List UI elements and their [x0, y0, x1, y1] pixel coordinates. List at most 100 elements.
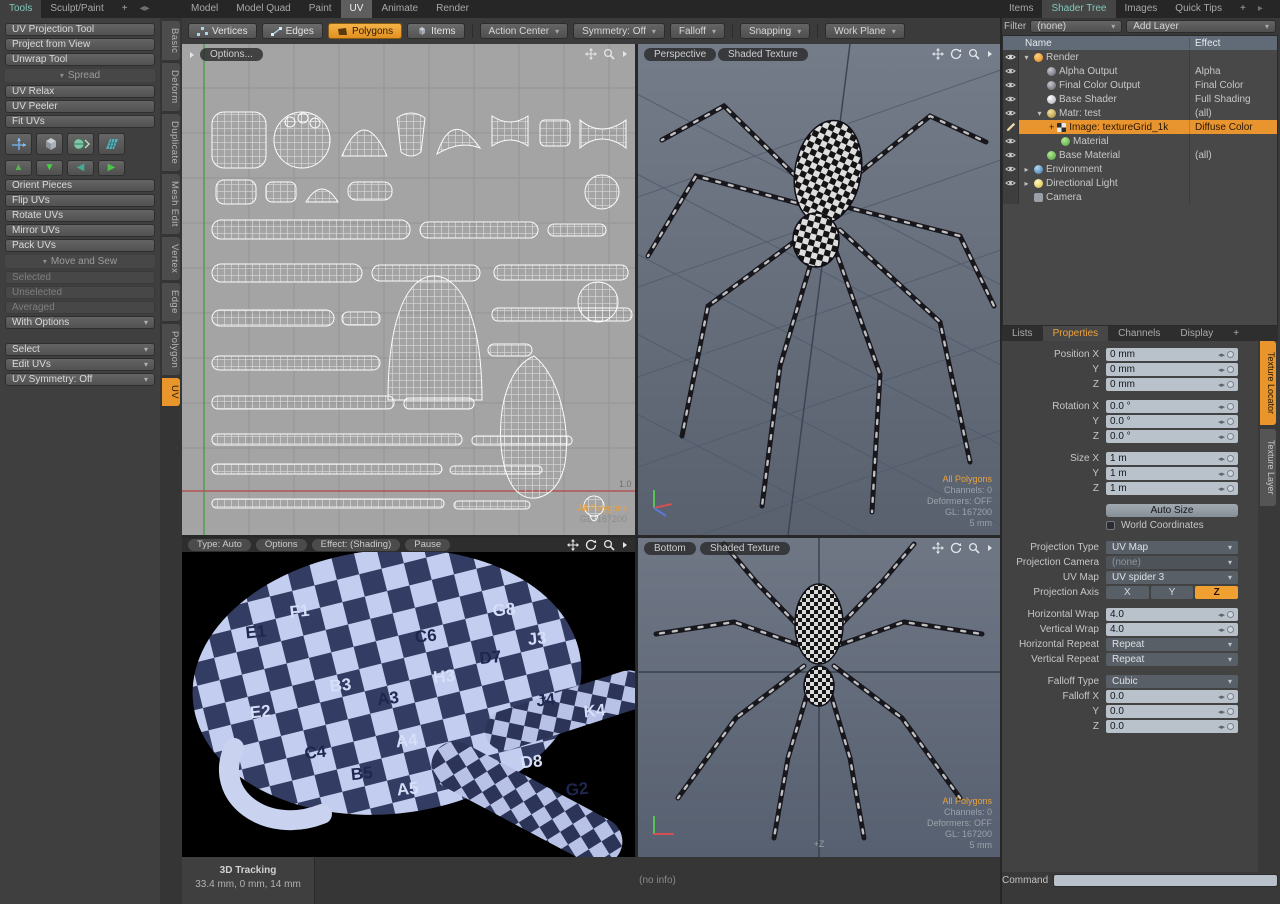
viewport-menu-arrow-icon[interactable] [986, 50, 994, 58]
tab-add-right[interactable]: + [1231, 0, 1255, 18]
size-x-field[interactable]: 1 m ◂▸ [1106, 452, 1238, 465]
viewport-menu-arrow-icon[interactable] [986, 544, 994, 552]
bottom-viewport[interactable]: Bottom Shaded Texture +Z All Polygons Ch… [638, 538, 1000, 857]
tab-display[interactable]: Display [1170, 326, 1223, 341]
effect-column-header[interactable]: Effect [1189, 37, 1277, 49]
visibility-eye-icon[interactable] [1003, 148, 1019, 162]
snapping-dropdown[interactable]: Snapping [739, 23, 811, 39]
world-coordinates-checkbox[interactable] [1106, 521, 1115, 530]
uv-symmetry-dropdown[interactable]: UV Symmetry: Off [5, 373, 155, 386]
field-spinner[interactable]: ◂▸ [1218, 470, 1234, 478]
render-preview-canvas[interactable]: E1 F1 C6 G8 B3 A3 H3 D7 J3 A4 J4 K4 B5 A… [182, 552, 635, 857]
axis-z-button[interactable]: Z [1195, 586, 1239, 599]
tab-properties[interactable]: Properties [1042, 326, 1109, 341]
horizontal-wrap-field[interactable]: 4.0 ◂▸ [1106, 608, 1238, 621]
zoom-icon[interactable] [968, 542, 980, 554]
zoom-icon[interactable] [603, 48, 615, 60]
unwrap-tool-button[interactable]: Unwrap Tool [5, 53, 155, 66]
vertical-repeat-dropdown[interactable]: Repeat [1106, 653, 1238, 666]
work-plane-dropdown[interactable]: Work Plane [825, 23, 905, 39]
side-tab-basic[interactable]: Basic [162, 21, 180, 61]
preview-type-dropdown[interactable]: Type: Auto [188, 539, 251, 551]
render-preview-viewport[interactable]: Type: Auto Options Effect: (Shading) Pau… [182, 538, 635, 857]
uv-transform-tool-button[interactable] [5, 133, 32, 155]
uv-relax-button[interactable]: UV Relax [5, 85, 155, 98]
tab-paint[interactable]: Paint [300, 0, 341, 18]
pan-icon[interactable] [567, 539, 579, 551]
shading-mode-selector[interactable]: Shaded Texture [700, 542, 790, 555]
mini-dial-icon[interactable] [1227, 470, 1234, 477]
filter-dropdown[interactable]: (none) [1030, 19, 1123, 33]
shading-mode-selector[interactable]: Shaded Texture [718, 48, 808, 61]
uv-editor-viewport[interactable]: 1.0 Options... All Polygons GL: 167200 [182, 44, 635, 535]
project-from-view-button[interactable]: Project from View [5, 38, 155, 51]
viewport-menu-arrow-icon[interactable] [188, 51, 196, 59]
visibility-eye-icon[interactable] [1003, 176, 1019, 190]
side-tab-mesh-edit[interactable]: Mesh Edit [162, 174, 180, 234]
field-spinner[interactable]: ◂▸ [1218, 366, 1234, 374]
items-mode-button[interactable]: Items [407, 23, 465, 39]
action-center-dropdown[interactable]: Action Center [479, 23, 569, 39]
edge-tab-texture-layer[interactable]: Texture Layer [1260, 429, 1276, 506]
uv-options-button[interactable]: Options... [200, 48, 263, 61]
command-input[interactable] [1053, 873, 1278, 887]
mini-dial-icon[interactable] [1227, 611, 1234, 618]
vertices-mode-button[interactable]: Vertices [188, 23, 257, 39]
tab-channels[interactable]: Channels [1108, 326, 1170, 341]
zoom-icon[interactable] [968, 48, 980, 60]
tree-row-base-material[interactable]: Base Material (all) [1003, 148, 1277, 162]
viewport-menu-arrow-icon[interactable] [621, 541, 629, 549]
tab-tools[interactable]: Tools [0, 0, 42, 18]
field-spinner[interactable]: ◂▸ [1218, 626, 1234, 634]
uv-sphere-project-button[interactable] [67, 133, 94, 155]
effect-value[interactable]: Alpha [1189, 64, 1277, 78]
tab-scroll-arrows[interactable]: ◂▸ [137, 0, 153, 18]
effect-value[interactable]: (all) [1189, 148, 1277, 162]
tree-row-material[interactable]: Material [1003, 134, 1277, 148]
with-options-dropdown[interactable]: With Options [5, 316, 155, 329]
effect-value[interactable] [1189, 176, 1277, 190]
mini-dial-icon[interactable] [1227, 433, 1234, 440]
visibility-eye-icon[interactable] [1003, 92, 1019, 106]
visibility-eye-icon[interactable] [1003, 134, 1019, 148]
uv-peeler-button[interactable]: UV Peeler [5, 100, 155, 113]
falloff-dropdown[interactable]: Falloff [669, 23, 725, 39]
axis-y-button[interactable]: Y [1150, 586, 1194, 599]
effect-value[interactable] [1189, 134, 1277, 148]
field-spinner[interactable]: ◂▸ [1218, 708, 1234, 716]
tab-items[interactable]: Items [1000, 0, 1042, 18]
horizontal-repeat-dropdown[interactable]: Repeat [1106, 638, 1238, 651]
side-tab-polygon[interactable]: Polygon [162, 323, 180, 376]
rotate-uvs-button[interactable]: Rotate UVs [5, 209, 155, 222]
tree-row-material-group[interactable]: ▾ Matr: test (all) [1003, 106, 1277, 120]
field-spinner[interactable]: ◂▸ [1218, 433, 1234, 441]
flip-uvs-button[interactable]: Flip UVs [5, 194, 155, 207]
size-y-field[interactable]: 1 m ◂▸ [1106, 467, 1238, 480]
polygons-mode-button[interactable]: Polygons [327, 23, 403, 39]
visibility-eye-icon[interactable] [1003, 50, 1019, 64]
effect-value[interactable] [1189, 50, 1277, 64]
auto-size-button[interactable]: Auto Size [1106, 504, 1238, 517]
pan-icon[interactable] [932, 542, 944, 554]
move-right-button[interactable]: ▶ [98, 160, 125, 176]
expander-icon[interactable]: ▸ [1022, 179, 1031, 188]
visibility-eye-icon[interactable] [1003, 78, 1019, 92]
edge-tab-texture-locator[interactable]: Texture Locator [1260, 341, 1276, 426]
tree-row-base-shader[interactable]: Base Shader Full Shading [1003, 92, 1277, 106]
field-spinner[interactable]: ◂▸ [1218, 485, 1234, 493]
uv-editor-canvas[interactable]: 1.0 [182, 44, 635, 535]
tab-model[interactable]: Model [182, 0, 227, 18]
mini-dial-icon[interactable] [1227, 418, 1234, 425]
field-spinner[interactable]: ◂▸ [1218, 611, 1234, 619]
uv-projection-tool-button[interactable]: UV Projection Tool [5, 23, 155, 36]
zoom-icon[interactable] [603, 539, 615, 551]
field-spinner[interactable]: ◂▸ [1218, 418, 1234, 426]
tab-render[interactable]: Render [427, 0, 478, 18]
mini-dial-icon[interactable] [1227, 626, 1234, 633]
edges-mode-button[interactable]: Edges [261, 23, 323, 39]
falloff-y-field[interactable]: 0.0 ◂▸ [1106, 705, 1238, 718]
pack-uvs-button[interactable]: Pack UVs [5, 239, 155, 252]
orbit-icon[interactable] [950, 48, 962, 60]
rotation-z-field[interactable]: 0.0 ° ◂▸ [1106, 430, 1238, 443]
edit-pencil-icon[interactable] [1003, 120, 1019, 134]
